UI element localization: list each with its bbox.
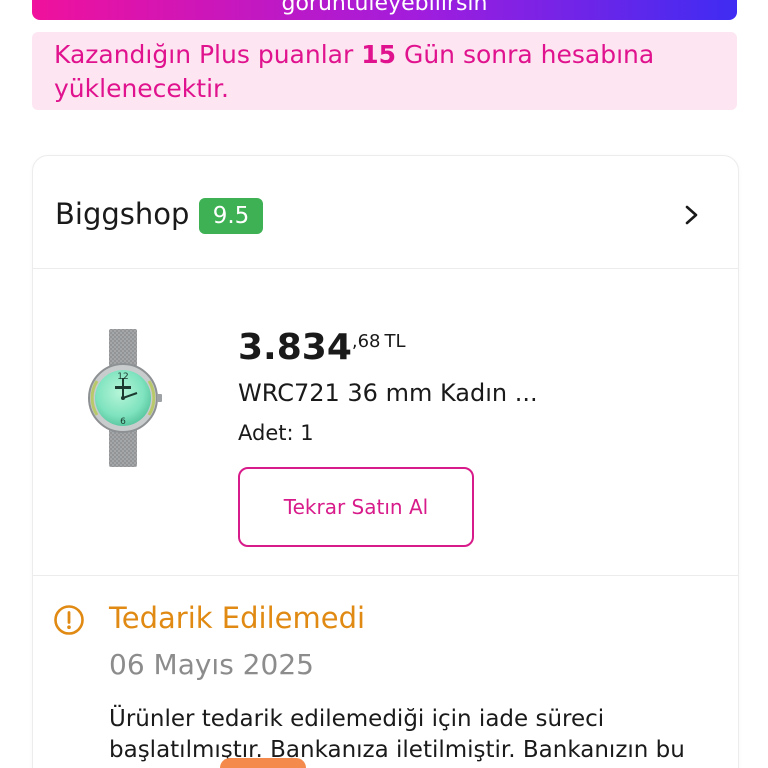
price-fraction: ,68	[351, 331, 381, 352]
svg-text:6: 6	[120, 417, 126, 427]
warning-circle-icon	[54, 605, 84, 635]
order-detail-page: görüntüleyebilirsin Kazandığın Plus puan…	[0, 0, 768, 768]
floating-action-edge[interactable]	[220, 758, 306, 768]
product-row: 12 6 3.834,68 TL WRC721 36 mm Kadın ... A…	[33, 269, 738, 576]
product-quantity: Adet: 1	[238, 421, 314, 445]
seller-score-badge: 9.5	[199, 198, 263, 234]
seller-name[interactable]: Biggshop	[55, 197, 189, 231]
order-card: Biggshop 9.5 12 6 3.834,68 TL WRC721 36 …	[32, 155, 739, 768]
plus-points-notice: Kazandığın Plus puanlar 15 Gün sonra hes…	[32, 32, 737, 110]
top-banner[interactable]: görüntüleyebilirsin	[32, 0, 737, 20]
status-title: Tedarik Edilemedi	[109, 601, 366, 635]
price-currency: TL	[384, 331, 406, 352]
chevron-right-icon[interactable]	[681, 200, 703, 230]
product-name[interactable]: WRC721 36 mm Kadın ...	[238, 379, 538, 407]
seller-row[interactable]: Biggshop 9.5	[33, 156, 738, 269]
plus-notice-prefix: Kazandığın Plus puanlar	[54, 40, 362, 69]
status-description: Ürünler tedarik edilemediği için iade sü…	[109, 706, 685, 763]
price-main: 3.834	[238, 327, 352, 368]
plus-notice-days: 15	[361, 40, 396, 69]
status-date: 06 Mayıs 2025	[109, 648, 314, 681]
top-banner-text: görüntüleyebilirsin	[281, 0, 488, 16]
product-price: 3.834,68 TL	[238, 327, 406, 368]
rebuy-button[interactable]: Tekrar Satın Al	[238, 467, 474, 547]
wristwatch-image[interactable]: 12 6	[83, 329, 163, 467]
